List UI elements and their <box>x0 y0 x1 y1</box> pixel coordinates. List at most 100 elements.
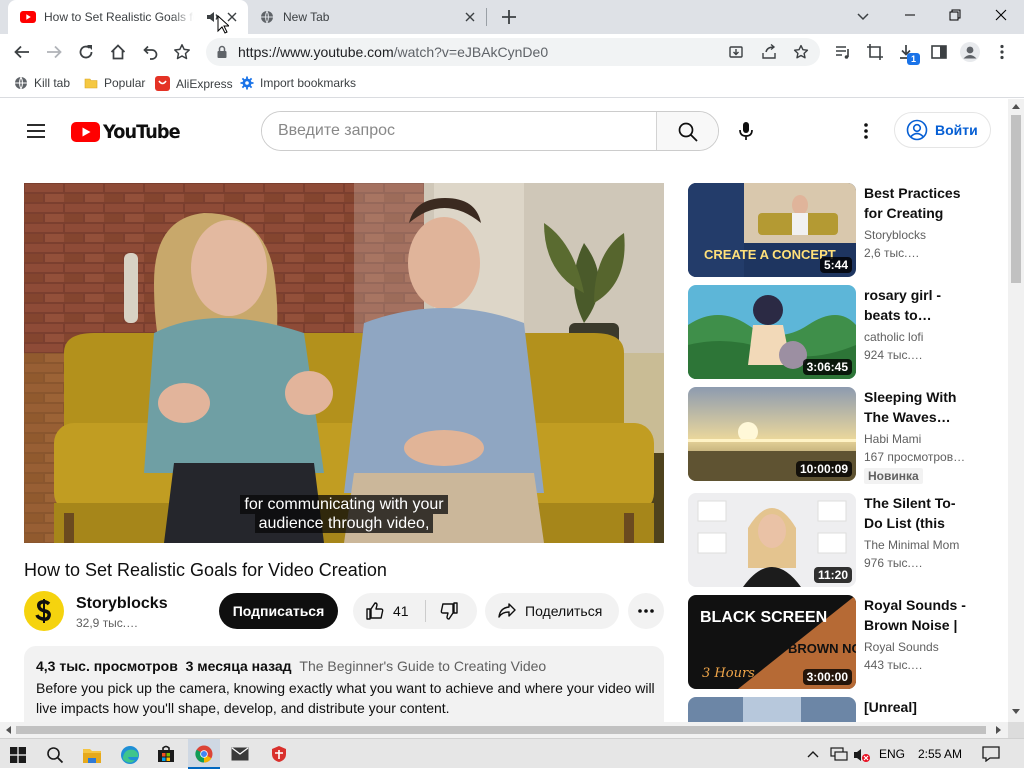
hamburger-menu-icon[interactable] <box>26 123 46 139</box>
series-link[interactable]: The Beginner's Guide to Creating Video <box>299 658 546 674</box>
settings-kebab-icon[interactable] <box>856 121 876 141</box>
related-channel[interactable]: The Minimal Mom <box>864 538 959 552</box>
video-thumbnail[interactable]: CREATE A CONCEPT 5:44 <box>688 183 856 277</box>
system-clock[interactable]: 2:55 AM <box>918 747 962 761</box>
related-video-item[interactable]: CREATE A CONCEPT 5:44 Best Practices for… <box>688 183 978 277</box>
share-button[interactable]: Поделиться <box>485 593 619 629</box>
share-page-icon[interactable] <box>761 44 777 60</box>
volume-muted-icon[interactable] <box>853 747 871 763</box>
file-explorer-icon[interactable] <box>82 746 102 764</box>
minimize-icon[interactable] <box>902 7 918 23</box>
related-title[interactable]: Sleeping With The Waves… <box>864 387 968 427</box>
restore-icon[interactable] <box>947 7 963 23</box>
notifications-icon[interactable] <box>982 746 1000 762</box>
side-panel-icon[interactable] <box>930 43 948 61</box>
edge-browser-icon[interactable] <box>120 745 140 765</box>
related-channel[interactable]: Royal Sounds <box>864 640 939 654</box>
bookmark-import[interactable]: Import bookmarks <box>240 76 356 90</box>
video-thumbnail[interactable]: BLACK SCREEN BROWN NOISE 3 Hours 3:00:00 <box>688 595 856 689</box>
install-app-icon[interactable] <box>728 44 744 60</box>
search-button[interactable] <box>656 112 718 150</box>
thumbs-up-icon[interactable] <box>365 601 385 621</box>
forward-arrow-icon[interactable] <box>45 43 63 61</box>
video-player[interactable]: for communicating with your audience thr… <box>24 183 664 543</box>
scroll-up-arrow-icon[interactable] <box>1012 103 1020 109</box>
related-title[interactable]: The Silent To-Do List (this is… <box>864 493 968 533</box>
horizontal-scrollbar[interactable] <box>0 722 1008 738</box>
channel-name[interactable]: Storyblocks <box>76 595 168 613</box>
url-text[interactable]: https://www.youtube.com/watch?v=eJBAkCyn… <box>238 45 548 59</box>
close-window-icon[interactable] <box>993 7 1009 23</box>
related-title[interactable]: rosary girl - beats to… <box>864 285 968 325</box>
scroll-down-arrow-icon[interactable] <box>1012 709 1020 715</box>
bookmark-aliexpress[interactable]: AliExpress <box>155 76 233 91</box>
vertical-scroll-thumb[interactable] <box>1011 115 1021 283</box>
scroll-right-arrow-icon[interactable] <box>996 726 1002 734</box>
thumbs-down-icon[interactable] <box>439 601 459 621</box>
media-queue-icon[interactable] <box>834 43 852 61</box>
home-icon[interactable] <box>109 43 127 61</box>
antivirus-shield-icon[interactable] <box>270 745 288 763</box>
address-bar[interactable]: https://www.youtube.com/watch?v=eJBAkCyn… <box>206 38 820 66</box>
close-tab-icon[interactable] <box>462 9 478 25</box>
network-icon[interactable] <box>830 747 848 761</box>
youtube-logo[interactable]: YouTube <box>71 121 185 143</box>
related-video-item[interactable]: BLACK SCREEN BROWN NOISE 3 Hours 3:00:00… <box>688 595 978 689</box>
subscribe-button[interactable]: Подписаться <box>219 593 338 629</box>
new-tab-plus-icon[interactable] <box>500 8 518 26</box>
tab-new-tab[interactable]: New Tab <box>252 0 486 34</box>
store-icon[interactable] <box>157 745 175 763</box>
related-title[interactable]: [Unreal] <box>864 697 968 717</box>
related-views: 976 тыс.… <box>864 556 923 570</box>
url-path: /watch?v=eJBAkCynDe0 <box>393 44 549 60</box>
aliexpress-icon <box>155 76 170 91</box>
related-video-item[interactable]: [Unreal] <box>688 697 978 722</box>
related-channel[interactable]: Storyblocks <box>864 228 926 242</box>
related-video-item[interactable]: 11:20 The Silent To-Do List (this is… Th… <box>688 493 978 587</box>
related-video-item[interactable]: 10:00:09 Sleeping With The Waves… Habi M… <box>688 387 978 484</box>
video-thumbnail[interactable] <box>688 697 856 722</box>
related-video-item[interactable]: 3:06:45 rosary girl - beats to… catholic… <box>688 285 978 379</box>
related-channel[interactable]: Habi Mami <box>864 432 921 446</box>
windows-start-icon[interactable] <box>10 747 26 763</box>
description-box[interactable]: 4,3 тыс. просмотров 3 месяца назад The B… <box>24 646 664 722</box>
reload-icon[interactable] <box>77 43 95 61</box>
sign-in-button[interactable]: Войти <box>894 112 991 148</box>
horizontal-scroll-thumb[interactable] <box>16 726 986 734</box>
tab-search-chevron-icon[interactable] <box>855 8 871 24</box>
video-thumbnail[interactable]: 11:20 <box>688 493 856 587</box>
video-thumbnail[interactable]: 10:00:09 <box>688 387 856 481</box>
undo-icon[interactable] <box>141 43 159 61</box>
back-arrow-icon[interactable] <box>13 43 31 61</box>
bookmark-popular[interactable]: Popular <box>84 76 145 90</box>
chrome-menu-icon[interactable] <box>994 43 1010 61</box>
vertical-scrollbar[interactable] <box>1008 99 1024 722</box>
language-indicator[interactable]: ENG <box>879 747 905 761</box>
related-title[interactable]: Royal Sounds - Brown Noise | … <box>864 595 968 635</box>
chrome-taskbar-active[interactable] <box>188 739 220 769</box>
chrome-icon <box>195 745 213 763</box>
windows-taskbar: ENG 2:55 AM <box>0 738 1024 769</box>
tray-chevron-up-icon[interactable] <box>806 748 820 760</box>
browser-toolbar: https://www.youtube.com/watch?v=eJBAkCyn… <box>0 34 1024 70</box>
related-views: 2,6 тыс.… <box>864 246 920 260</box>
mail-icon[interactable] <box>231 747 249 761</box>
bookmark-star-icon[interactable] <box>173 43 191 61</box>
channel-avatar[interactable] <box>24 591 64 631</box>
lock-icon[interactable] <box>216 45 228 59</box>
like-count[interactable]: 41 <box>393 603 409 619</box>
related-channel[interactable]: catholic lofi <box>864 330 923 344</box>
related-title[interactable]: Best Practices for Creating a… <box>864 183 968 223</box>
video-thumbnail[interactable]: 3:06:45 <box>688 285 856 379</box>
bookmark-kill-tab[interactable]: Kill tab <box>14 76 70 90</box>
scrollbar-corner <box>1008 722 1024 738</box>
microphone-icon[interactable] <box>736 121 756 141</box>
scroll-left-arrow-icon[interactable] <box>5 726 11 734</box>
profile-avatar-icon[interactable] <box>960 42 980 62</box>
star-bookmark-icon[interactable] <box>793 44 809 60</box>
crop-icon[interactable] <box>866 43 884 61</box>
search-input[interactable] <box>262 112 656 150</box>
more-actions-button[interactable] <box>628 593 664 629</box>
tab-youtube[interactable]: How to Set Realistic Goals for Video Cre… <box>8 0 248 34</box>
search-icon[interactable] <box>46 746 64 764</box>
